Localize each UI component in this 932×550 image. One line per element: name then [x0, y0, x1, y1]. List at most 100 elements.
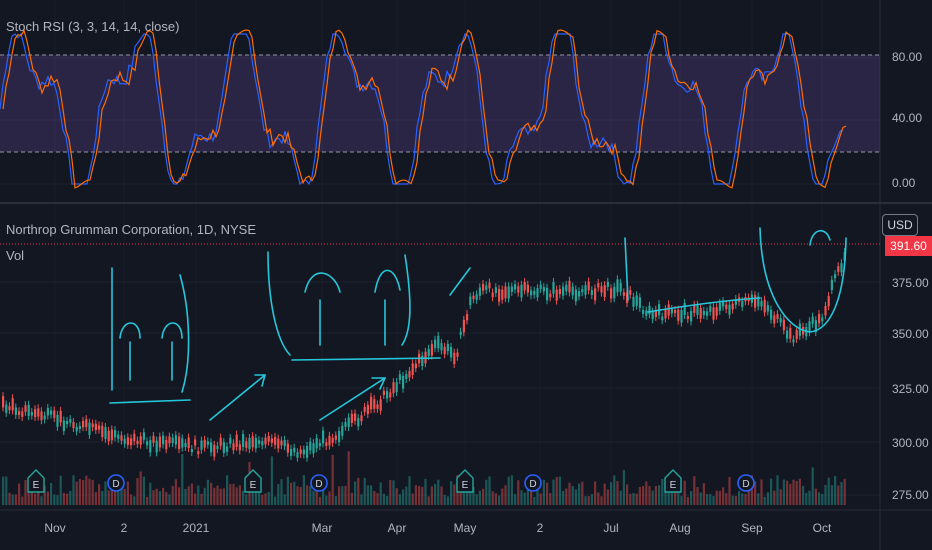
candle-body [517, 286, 520, 293]
volume-bar [498, 495, 501, 505]
candle-body [632, 296, 635, 307]
candle-body [398, 374, 401, 381]
volume-bar [683, 480, 686, 505]
candle-body [69, 419, 72, 423]
candle-body [338, 430, 341, 442]
candle-body [216, 445, 219, 450]
volume-bar [181, 453, 184, 505]
volume-bar [46, 491, 49, 505]
volume-bar [178, 487, 181, 505]
volume-bar [645, 481, 648, 505]
stoch-rsi-title[interactable]: Stoch RSI (3, 3, 14, 14, close) [6, 19, 179, 34]
volume-bar [104, 481, 107, 505]
x-tick-dec-2: 2 [120, 521, 128, 535]
candle-body [78, 425, 81, 430]
x-tick-mar: Mar [311, 521, 333, 535]
volume-bar [600, 496, 603, 505]
volume-bar [62, 492, 65, 505]
stoch-level-80: 80.00 [892, 50, 923, 64]
currency-button[interactable]: USD [882, 214, 918, 236]
candle-body [296, 452, 299, 458]
dividend-marker: D [310, 474, 328, 492]
volume-bar [443, 495, 446, 505]
volume-bar [5, 476, 8, 505]
candle-body [222, 442, 225, 453]
candle-body [114, 430, 117, 438]
volume-bar [133, 496, 136, 505]
candle-body [101, 425, 104, 438]
drawing-arrow [319, 377, 387, 421]
price-tick-300: 300.00 [892, 436, 929, 450]
candle-body [776, 314, 779, 319]
volume-bar [293, 481, 296, 505]
volume-bar [488, 476, 491, 505]
volume-label[interactable]: Vol [6, 248, 24, 263]
drawing-arrow [209, 374, 267, 421]
price-tick-325: 325.00 [892, 382, 929, 396]
candle-body [11, 398, 14, 411]
volume-bar [837, 485, 840, 505]
volume-bar [18, 483, 21, 505]
candle-body [50, 410, 53, 415]
volume-bar [642, 486, 645, 505]
candle-body [370, 396, 373, 410]
candle-body [616, 279, 619, 293]
volume-bar [776, 475, 779, 505]
candle-body [818, 313, 821, 324]
volume-bar [610, 482, 613, 505]
volume-bar [766, 492, 769, 505]
volume-bar [654, 486, 657, 505]
candle-body [389, 392, 392, 398]
volume-bar [78, 479, 81, 505]
volume-bar [126, 481, 129, 505]
candle-body [126, 437, 129, 445]
candle-body [437, 335, 440, 349]
volume-bar [520, 490, 523, 505]
volume-bar [840, 482, 843, 505]
candle-body [462, 319, 465, 333]
candle-body [75, 426, 78, 432]
volume-bar [411, 493, 414, 505]
volume-bar [149, 482, 152, 505]
dividend-marker: D [524, 474, 542, 492]
candle-body [712, 307, 715, 320]
candle-body [674, 309, 677, 314]
volume-bar [462, 491, 465, 505]
candle-body [318, 443, 321, 447]
candle-body [299, 449, 302, 454]
chart-canvas[interactable]: E E E ED D D D [0, 0, 932, 550]
volume-bar [651, 490, 654, 505]
symbol-title[interactable]: Northrop Grumman Corporation, 1D, NYSE [6, 222, 256, 237]
volume-bar [494, 493, 497, 505]
volume-bar [168, 494, 171, 505]
volume-bar [626, 484, 629, 505]
volume-bar [805, 492, 808, 505]
dividend-letter: D [529, 479, 536, 490]
volume-bar [21, 496, 24, 505]
candle-body [741, 301, 744, 307]
volume-bar [14, 494, 17, 505]
volume-bar [738, 491, 741, 505]
volume-bar [680, 495, 683, 505]
volume-bar [206, 479, 209, 505]
candle-body [142, 432, 145, 440]
volume-bar [402, 489, 405, 505]
candle-body [293, 447, 296, 453]
volume-bar [699, 492, 702, 505]
candle-body [2, 396, 5, 408]
volume-bar [24, 480, 27, 505]
volume-bar [210, 482, 213, 505]
volume-bar [232, 483, 235, 505]
candle-body [165, 439, 168, 450]
candle-body [88, 422, 91, 436]
volume-bar [357, 477, 360, 505]
candle-body [53, 410, 56, 418]
candle-body [552, 281, 555, 294]
candle-body [302, 449, 305, 455]
volume-bar [712, 496, 715, 505]
volume-bar [440, 486, 443, 505]
volume-bar [770, 478, 773, 505]
candle-body [514, 284, 517, 290]
volume-bar [334, 495, 337, 505]
candle-body [331, 437, 334, 443]
